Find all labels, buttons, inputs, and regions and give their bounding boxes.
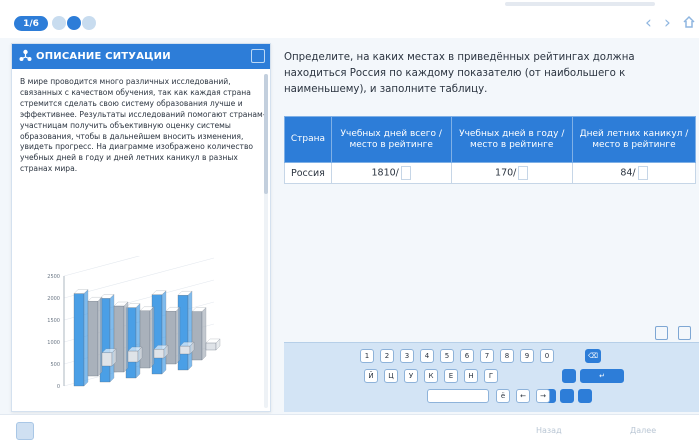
- scrollbar-thumb[interactable]: [264, 74, 268, 194]
- bar-chart: 0 500 1000 1500 2000 2500: [34, 235, 264, 406]
- chart-bar: [165, 311, 177, 365]
- keyboard-key[interactable]: 4: [420, 349, 434, 363]
- days-per-year-value: 170/: [495, 167, 517, 179]
- keyboard-key[interactable]: 7: [480, 349, 494, 363]
- edit-icon[interactable]: [655, 326, 668, 340]
- y-tick-label: 0: [57, 384, 60, 390]
- keyboard-key[interactable]: 6: [460, 349, 474, 363]
- table-header-row: Страна Учебных дней всего / место в рейт…: [284, 116, 697, 163]
- keyboard-key[interactable]: 0: [540, 349, 554, 363]
- keyboard-key[interactable]: Г: [484, 369, 498, 383]
- cell-days-per-year: 170/: [450, 162, 573, 184]
- chart-bar: [139, 310, 151, 369]
- keyboard-key[interactable]: 2: [380, 349, 394, 363]
- chart-bar-side: [123, 301, 129, 373]
- total-days-value: 1810/: [371, 167, 399, 179]
- contents-button[interactable]: [16, 422, 34, 440]
- prev-link[interactable]: Назад: [536, 426, 562, 435]
- keyboard-key[interactable]: 9: [520, 349, 534, 363]
- summer-days-value: 84/: [620, 167, 636, 179]
- chart-bar: [87, 301, 99, 377]
- bottom-bar: Назад Далее: [0, 414, 699, 447]
- arrow-right-key[interactable]: [578, 389, 592, 403]
- home-icon[interactable]: [682, 15, 696, 29]
- cell-total-days: 1810/: [330, 162, 452, 184]
- y-tick-label: 1000: [47, 340, 60, 346]
- y-tick-label: 1500: [47, 318, 60, 324]
- chart-svg: 0 500 1000 1500 2000 2500: [47, 235, 221, 390]
- chart-bar-side: [175, 306, 181, 365]
- keyboard-key[interactable]: К: [424, 369, 438, 383]
- arrow-up-key[interactable]: [560, 389, 574, 403]
- progress-track: [505, 2, 655, 6]
- situation-panel: ОПИСАНИЕ СИТУАЦИИ В мире проводится мног…: [11, 43, 271, 412]
- situation-header: ОПИСАНИЕ СИТУАЦИИ: [12, 44, 270, 69]
- chart-bar: [127, 350, 139, 363]
- enter-key[interactable]: ↵: [580, 369, 624, 383]
- nav-dot[interactable]: [82, 16, 96, 30]
- table-row: Россия 1810/ 170/ 84/: [284, 162, 697, 184]
- y-tick-label: 2000: [47, 296, 60, 302]
- rank-input-year[interactable]: [518, 166, 529, 180]
- chart-bar-side: [97, 296, 103, 377]
- situation-title: ОПИСАНИЕ СИТУАЦИИ: [36, 51, 171, 62]
- chart-bar: [179, 345, 191, 355]
- keyboard-key[interactable]: 3: [400, 349, 414, 363]
- chart-bar-side: [109, 294, 115, 383]
- next-link[interactable]: Далее: [630, 426, 656, 435]
- chart-bar: [153, 349, 165, 359]
- keyboard-key[interactable]: Ц: [384, 369, 398, 383]
- header-total-days: Учебных дней всего / место в рейтинге: [330, 116, 452, 163]
- keyboard-key[interactable]: Й: [364, 369, 378, 383]
- chart-bar-side: [83, 289, 89, 387]
- task-pill[interactable]: 1/6: [14, 16, 48, 31]
- chart-bar: [73, 293, 85, 387]
- header-country: Страна: [284, 116, 332, 163]
- expand-icon[interactable]: [251, 49, 265, 63]
- answer-table: Страна Учебных дней всего / место в рейт…: [284, 116, 697, 184]
- chart-bar: [205, 342, 217, 351]
- keyboard-key[interactable]: →: [536, 389, 550, 403]
- people-icon: [19, 49, 32, 61]
- keyboard-key[interactable]: 1: [360, 349, 374, 363]
- keyboard-key[interactable]: ё: [496, 389, 510, 403]
- chart-bar-side: [135, 303, 141, 379]
- chevron-left-icon[interactable]: ‹: [645, 13, 652, 33]
- nav-dot[interactable]: [52, 16, 66, 30]
- keyboard-key[interactable]: 5: [440, 349, 454, 363]
- keyboard-key[interactable]: У: [404, 369, 418, 383]
- shift-key[interactable]: [562, 369, 576, 383]
- trash-icon[interactable]: [678, 326, 691, 340]
- top-bar: 1/6 ‹ ›: [0, 0, 699, 38]
- rank-input-summer[interactable]: [637, 166, 648, 180]
- cell-country: Россия: [284, 162, 332, 184]
- header-summer-days: Дней летних каникул / место в рейтинге: [571, 116, 697, 163]
- situation-text: В мире проводится много различных исслед…: [20, 77, 266, 174]
- chart-bar: [101, 352, 113, 367]
- chart-bar-side: [149, 306, 155, 369]
- question-text: Определите, на каких местах в приведённы…: [284, 52, 635, 95]
- backspace-key[interactable]: ⌫: [585, 349, 601, 363]
- nav-dot-active[interactable]: [67, 16, 81, 30]
- keyboard-key[interactable]: 8: [500, 349, 514, 363]
- header-days-per-year: Учебных дней в году / место в рейтинге: [450, 116, 573, 163]
- chart-bar-side: [161, 290, 167, 375]
- y-tick-label: 500: [50, 362, 60, 368]
- grid-line: [63, 235, 215, 277]
- chart-bar-side: [201, 307, 207, 361]
- keyboard-key[interactable]: Е: [444, 369, 458, 383]
- keyboard-key[interactable]: ←: [516, 389, 530, 403]
- chart-bar: [191, 311, 203, 361]
- virtual-keyboard: ⌫ ↵ 1 2 3 4 5 6 7 8 9 0 Й Ц У К Е Н Гё ← →: [284, 342, 699, 412]
- chart-bar-side: [187, 290, 193, 371]
- cell-summer-days: 84/: [571, 162, 697, 184]
- y-tick-label: 2500: [47, 274, 60, 280]
- rank-input-total[interactable]: [400, 166, 411, 180]
- space-key[interactable]: [427, 389, 489, 403]
- chevron-right-icon[interactable]: ›: [664, 13, 671, 33]
- keyboard-key[interactable]: Н: [464, 369, 478, 383]
